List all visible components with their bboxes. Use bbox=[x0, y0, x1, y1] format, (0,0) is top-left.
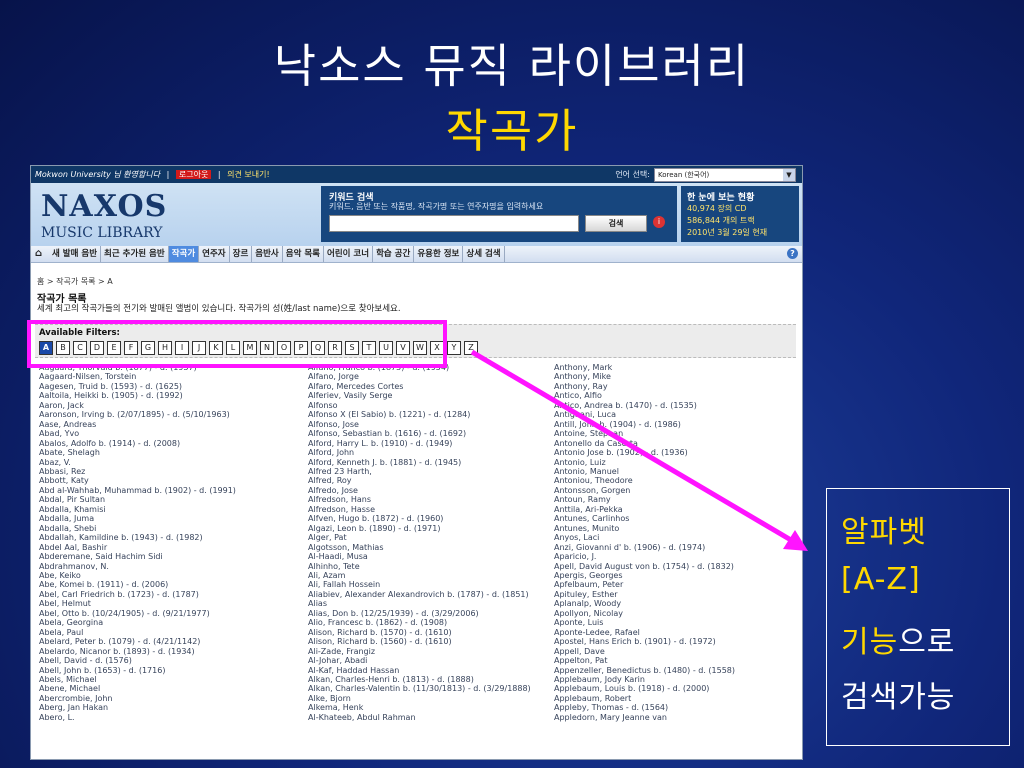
callout-line3: 기능으로 bbox=[841, 617, 955, 661]
callout-box: 알파벳 [A-Z] 기능으로 검색가능 bbox=[826, 488, 1010, 746]
callout-line3-yellow: 기능 bbox=[841, 625, 899, 660]
callout-line4: 검색가능 bbox=[841, 680, 956, 715]
callout-line3-white: 으로 bbox=[898, 625, 956, 660]
callout-line1: 알파벳 bbox=[841, 515, 927, 550]
callout-line2: [A-Z] bbox=[841, 562, 921, 597]
